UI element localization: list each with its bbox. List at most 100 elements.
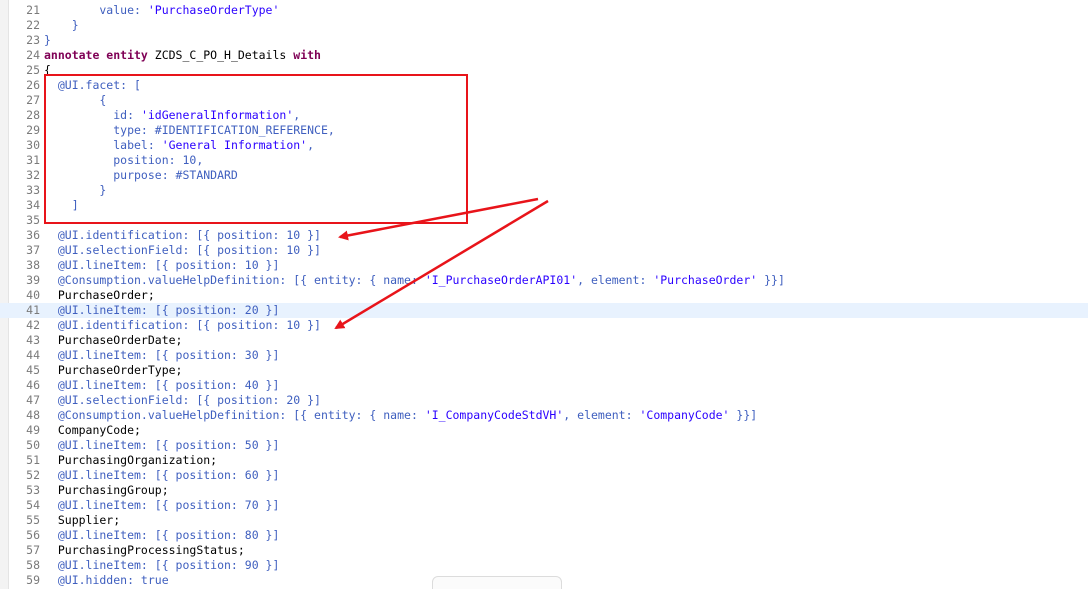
line-number: 38: [26, 258, 40, 272]
code-line[interactable]: 48 @Consumption.valueHelpDefinition: [{ …: [0, 408, 1088, 423]
line-code: CompanyCode;: [44, 423, 141, 438]
line-number: 55: [26, 513, 40, 527]
code-line[interactable]: 37 @UI.selectionField: [{ position: 10 }…: [0, 243, 1088, 258]
line-code: PurchaseOrderType;: [44, 363, 183, 378]
code-line[interactable]: 41 @UI.lineItem: [{ position: 20 }]: [0, 303, 1088, 318]
code-line[interactable]: 47 @UI.selectionField: [{ position: 20 }…: [0, 393, 1088, 408]
code-line[interactable]: 30 label: 'General Information',: [0, 138, 1088, 153]
code-token: }: [44, 183, 107, 197]
code-token: @UI.lineItem: [{ position: 30 }]: [44, 348, 280, 362]
code-line[interactable]: 49 CompanyCode;: [0, 423, 1088, 438]
code-line[interactable]: 54 @UI.lineItem: [{ position: 70 }]: [0, 498, 1088, 513]
code-line[interactable]: 51 PurchasingOrganization;: [0, 453, 1088, 468]
code-token: @Consumption.valueHelpDefinition: [{ ent…: [44, 273, 425, 287]
code-token: @UI.lineItem: [{ position: 50 }]: [44, 438, 280, 452]
code-token: PurchasingOrganization;: [44, 453, 218, 467]
line-code: Supplier;: [44, 513, 120, 528]
line-number: 50: [26, 438, 40, 452]
code-token: with: [293, 48, 321, 62]
code-line[interactable]: 27 {: [0, 93, 1088, 108]
code-token: 'CompanyCode': [639, 408, 730, 422]
line-code: PurchasingGroup;: [44, 483, 169, 498]
code-line[interactable]: 46 @UI.lineItem: [{ position: 40 }]: [0, 378, 1088, 393]
line-code: annotate entity ZCDS_C_PO_H_Details with: [44, 48, 321, 63]
code-editor[interactable]: 21 value: 'PurchaseOrderType' 22 } 23} 24 an…: [0, 0, 1088, 589]
line-code: @UI.lineItem: [{ position: 90 }]: [44, 558, 280, 573]
code-token: 'General Information': [161, 138, 308, 152]
code-line[interactable]: 35: [0, 213, 1088, 228]
line-code: }: [44, 33, 51, 48]
code-token: @UI.lineItem: [{ position: 70 }]: [44, 498, 280, 512]
line-number: 30: [26, 138, 40, 152]
code-line[interactable]: 23}: [0, 33, 1088, 48]
code-line[interactable]: 50 @UI.lineItem: [{ position: 50 }]: [0, 438, 1088, 453]
line-number: 53: [26, 483, 40, 497]
line-number: 34: [26, 198, 40, 212]
code-token: @Consumption.valueHelpDefinition: [{ ent…: [44, 408, 425, 422]
code-line[interactable]: 53 PurchasingGroup;: [0, 483, 1088, 498]
code-token: , element:: [563, 408, 640, 422]
code-token: 'I_PurchaseOrderAPI01': [424, 273, 578, 287]
code-line[interactable]: 33 }: [0, 183, 1088, 198]
code-token: }}]: [757, 273, 785, 287]
line-code: ]: [44, 198, 79, 213]
code-line[interactable]: 42 @UI.identification: [{ position: 10 }…: [0, 318, 1088, 333]
line-code: label: 'General Information',: [44, 138, 314, 153]
code-line[interactable]: 28 id: 'idGeneralInformation',: [0, 108, 1088, 123]
code-line[interactable]: 40 PurchaseOrder;: [0, 288, 1088, 303]
code-line[interactable]: 34 ]: [0, 198, 1088, 213]
code-line[interactable]: 26 @UI.facet: [: [0, 78, 1088, 93]
code-line[interactable]: 43 PurchaseOrderDate;: [0, 333, 1088, 348]
code-token: ]: [44, 198, 79, 212]
code-line[interactable]: 29 type: #IDENTIFICATION_REFERENCE,: [0, 123, 1088, 138]
line-number: 36: [26, 228, 40, 242]
code-line[interactable]: 55 Supplier;: [0, 513, 1088, 528]
code-token: @UI.lineItem: [{ position: 60 }]: [44, 468, 280, 482]
code-lines[interactable]: 21 value: 'PurchaseOrderType' 22 } 23} 24 an…: [0, 3, 1088, 588]
code-line[interactable]: 52 @UI.lineItem: [{ position: 60 }]: [0, 468, 1088, 483]
code-token: , element:: [577, 273, 654, 287]
line-code: @UI.selectionField: [{ position: 20 }]: [44, 393, 321, 408]
line-number: 26: [26, 78, 40, 92]
line-number: 31: [26, 153, 40, 167]
code-line[interactable]: 24 annotate entity ZCDS_C_PO_H_Details wi…: [0, 48, 1088, 63]
code-token: type: #IDENTIFICATION_REFERENCE,: [44, 123, 335, 137]
code-token: @UI.selectionField: [{ position: 20 }]: [44, 393, 321, 407]
code-line[interactable]: 25 {: [0, 63, 1088, 78]
code-token: @UI.lineItem: [{ position: 20 }]: [44, 303, 280, 317]
code-token: 'PurchaseOrderType': [147, 3, 280, 17]
line-number: 48: [26, 408, 40, 422]
code-token: PurchasingProcessingStatus;: [44, 543, 245, 557]
line-code: position: 10,: [44, 153, 203, 168]
code-line[interactable]: 56 @UI.lineItem: [{ position: 80 }]: [0, 528, 1088, 543]
line-code: @UI.lineItem: [{ position: 60 }]: [44, 468, 280, 483]
line-code: @UI.hidden: true: [44, 573, 169, 588]
line-number: 45: [26, 363, 40, 377]
code-line[interactable]: 36 @UI.identification: [{ position: 10 }…: [0, 228, 1088, 243]
code-line[interactable]: 38 @UI.lineItem: [{ position: 10 }]: [0, 258, 1088, 273]
line-number: 33: [26, 183, 40, 197]
line-code: @UI.lineItem: [{ position: 30 }]: [44, 348, 280, 363]
line-code: @UI.lineItem: [{ position: 20 }]: [44, 303, 280, 318]
line-number: 56: [26, 528, 40, 542]
line-code: @UI.lineItem: [{ position: 10 }]: [44, 258, 280, 273]
code-line[interactable]: 22 }: [0, 18, 1088, 33]
code-token: PurchasingGroup;: [44, 483, 169, 497]
code-line[interactable]: 45 PurchaseOrderType;: [0, 363, 1088, 378]
code-token: @UI.identification: [{ position: 10 }]: [44, 228, 321, 242]
code-line[interactable]: 31 position: 10,: [0, 153, 1088, 168]
code-line[interactable]: 44 @UI.lineItem: [{ position: 30 }]: [0, 348, 1088, 363]
code-token: PurchaseOrder;: [44, 288, 155, 302]
line-number: 42: [26, 318, 40, 332]
code-token: Supplier;: [44, 513, 121, 527]
code-line[interactable]: 32 purpose: #STANDARD: [0, 168, 1088, 183]
line-code: purpose: #STANDARD: [44, 168, 238, 183]
code-line[interactable]: 39 @Consumption.valueHelpDefinition: [{ …: [0, 273, 1088, 288]
code-token: @UI.lineItem: [{ position: 80 }]: [44, 528, 280, 542]
code-line[interactable]: 58 @UI.lineItem: [{ position: 90 }]: [0, 558, 1088, 573]
code-line[interactable]: 57 PurchasingProcessingStatus;: [0, 543, 1088, 558]
code-line[interactable]: 21 value: 'PurchaseOrderType': [0, 3, 1088, 18]
code-token: label:: [44, 138, 162, 152]
line-number: 24: [26, 48, 40, 62]
line-number: 23: [26, 33, 40, 47]
